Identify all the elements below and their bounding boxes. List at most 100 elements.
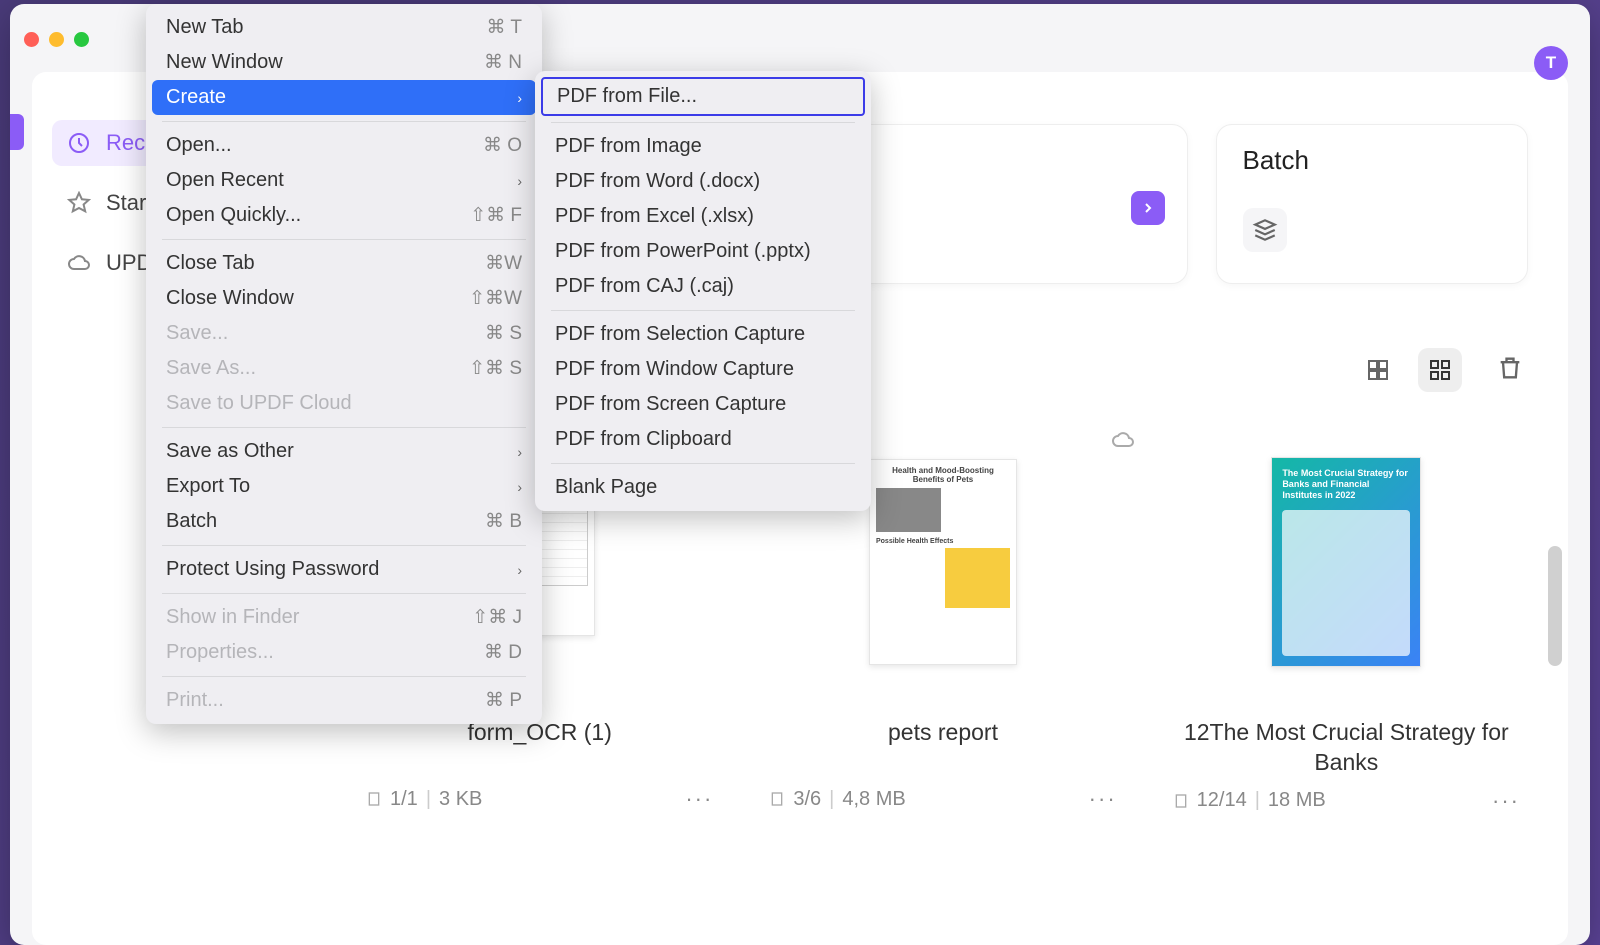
- menu-separator: [162, 676, 526, 677]
- menu-item-shortcut: ⌘ B: [485, 510, 522, 533]
- menu-item-label: Open Recent: [166, 169, 517, 192]
- menu-item-create[interactable]: Create›: [152, 80, 536, 115]
- menu-item-close-tab[interactable]: Close Tab⌘W: [152, 246, 536, 281]
- menu-item-protect-using-password[interactable]: Protect Using Password›: [152, 552, 536, 587]
- menu-item-batch[interactable]: Batch⌘ B: [152, 504, 536, 539]
- file-thumbnail: The Most Crucial Strategy for Banks and …: [1165, 438, 1528, 686]
- submenu-item-pdf-from-screen-capture[interactable]: PDF from Screen Capture: [541, 387, 865, 422]
- menu-item-label: Blank Page: [555, 476, 851, 499]
- grid-view-button[interactable]: [1418, 348, 1462, 392]
- submenu-item-pdf-from-powerpoint-pptx[interactable]: PDF from PowerPoint (.pptx): [541, 234, 865, 269]
- menu-item-label: PDF from Window Capture: [555, 358, 851, 381]
- batch-card[interactable]: Batch: [1216, 124, 1529, 284]
- cloud-icon: [66, 250, 92, 276]
- close-window-button[interactable]: [24, 32, 39, 47]
- clock-icon: [66, 130, 92, 156]
- file-meta: 12/14 | 18 MB ···: [1165, 788, 1528, 814]
- menu-separator: [162, 239, 526, 240]
- chevron-right-icon: ›: [517, 444, 522, 460]
- thumb-text: The Most Crucial Strategy for Banks and …: [1282, 468, 1410, 500]
- file-name: 12The Most Crucial Strategy for Banks: [1165, 718, 1528, 778]
- menu-item-label: PDF from Excel (.xlsx): [555, 205, 851, 228]
- menu-item-print: Print...⌘ P: [152, 683, 536, 718]
- menu-item-label: PDF from PowerPoint (.pptx): [555, 240, 851, 263]
- menu-item-label: PDF from CAJ (.caj): [555, 275, 851, 298]
- menu-item-label: PDF from Word (.docx): [555, 170, 851, 193]
- menu-item-save-as-other[interactable]: Save as Other›: [152, 434, 536, 469]
- menu-item-save-as: Save As...⇧⌘ S: [152, 351, 536, 386]
- file-pages: 1/1: [390, 788, 418, 811]
- menu-separator: [162, 121, 526, 122]
- trash-button[interactable]: [1496, 354, 1528, 386]
- maximize-window-button[interactable]: [74, 32, 89, 47]
- file-more-button[interactable]: ···: [1492, 788, 1520, 814]
- menu-item-shortcut: ⌘ D: [484, 641, 522, 664]
- menu-item-shortcut: ⇧⌘ F: [470, 204, 522, 227]
- list-view-button[interactable]: [1356, 348, 1400, 392]
- menu-item-label: Properties...: [166, 641, 484, 664]
- panel-indicator: [10, 114, 24, 150]
- menu-item-show-in-finder: Show in Finder⇧⌘ J: [152, 600, 536, 635]
- menu-item-new-window[interactable]: New Window⌘ N: [152, 45, 536, 80]
- file-menu: New Tab⌘ TNew Window⌘ NCreate› Open...⌘ O…: [146, 4, 542, 724]
- menu-item-label: Close Tab: [166, 252, 485, 275]
- file-more-button[interactable]: ···: [685, 786, 713, 812]
- menu-item-open[interactable]: Open...⌘ O: [152, 128, 536, 163]
- submenu-item-blank-page[interactable]: Blank Page: [541, 470, 865, 505]
- menu-item-open-quickly[interactable]: Open Quickly...⇧⌘ F: [152, 198, 536, 233]
- menu-item-label: Open...: [166, 134, 483, 157]
- menu-item-label: Open Quickly...: [166, 204, 470, 227]
- file-pages: 12/14: [1197, 789, 1247, 812]
- menu-item-shortcut: ⌘ S: [485, 322, 522, 345]
- menu-item-label: Batch: [166, 510, 485, 533]
- menu-item-label: PDF from File...: [557, 85, 849, 108]
- submenu-item-pdf-from-word-docx[interactable]: PDF from Word (.docx): [541, 164, 865, 199]
- minimize-window-button[interactable]: [49, 32, 64, 47]
- menu-item-open-recent[interactable]: Open Recent›: [152, 163, 536, 198]
- window-controls: [24, 32, 89, 47]
- menu-item-export-to[interactable]: Export To›: [152, 469, 536, 504]
- file-more-button[interactable]: ···: [1089, 786, 1117, 812]
- scrollbar-thumb[interactable]: [1548, 546, 1562, 666]
- submenu-item-pdf-from-clipboard[interactable]: PDF from Clipboard: [541, 422, 865, 457]
- file-pages: 3/6: [793, 788, 821, 811]
- submenu-item-pdf-from-window-capture[interactable]: PDF from Window Capture: [541, 352, 865, 387]
- batch-card-title: Batch: [1243, 145, 1502, 176]
- page-icon: [366, 791, 382, 807]
- menu-item-label: Close Window: [166, 287, 469, 310]
- menu-item-shortcut: ⇧⌘W: [469, 287, 522, 310]
- menu-item-close-window[interactable]: Close Window⇧⌘W: [152, 281, 536, 316]
- menu-item-new-tab[interactable]: New Tab⌘ T: [152, 10, 536, 45]
- submenu-item-pdf-from-file[interactable]: PDF from File...: [541, 77, 865, 116]
- thumb-text: Health and Mood-Boosting Benefits of Pet…: [876, 466, 1010, 484]
- menu-item-label: Save to UPDF Cloud: [166, 392, 522, 415]
- file-size: 4,8 MB: [842, 788, 905, 811]
- menu-separator: [551, 310, 855, 311]
- menu-item-shortcut: ⇧⌘ S: [469, 357, 522, 380]
- menu-item-shortcut: ⌘W: [485, 252, 522, 275]
- chevron-right-icon: ›: [517, 90, 522, 106]
- menu-item-shortcut: ⌘ P: [485, 689, 522, 712]
- menu-item-shortcut: ⇧⌘ J: [472, 606, 522, 629]
- expand-icon[interactable]: [1131, 191, 1165, 225]
- file-card[interactable]: The Most Crucial Strategy for Banks and …: [1165, 438, 1528, 814]
- file-name: form_OCR (1): [467, 718, 611, 776]
- submenu-item-pdf-from-excel-xlsx[interactable]: PDF from Excel (.xlsx): [541, 199, 865, 234]
- menu-separator: [162, 593, 526, 594]
- menu-item-label: Print...: [166, 689, 485, 712]
- menu-separator: [551, 122, 855, 123]
- submenu-item-pdf-from-selection-capture[interactable]: PDF from Selection Capture: [541, 317, 865, 352]
- create-submenu: PDF from File... PDF from Image PDF from W…: [535, 71, 871, 511]
- chevron-right-icon: ›: [517, 562, 522, 578]
- menu-separator: [551, 463, 855, 464]
- menu-item-label: Export To: [166, 475, 517, 498]
- menu-item-shortcut: ⌘ O: [483, 134, 522, 157]
- file-meta: 1/1 | 3 KB ···: [358, 786, 721, 812]
- chevron-right-icon: ›: [517, 479, 522, 495]
- menu-item-label: Save as Other: [166, 440, 517, 463]
- submenu-item-pdf-from-caj-caj[interactable]: PDF from CAJ (.caj): [541, 269, 865, 304]
- user-avatar[interactable]: T: [1534, 46, 1568, 80]
- page-icon: [1173, 793, 1189, 809]
- submenu-item-pdf-from-image[interactable]: PDF from Image: [541, 129, 865, 164]
- cloud-sync-icon: [1111, 428, 1135, 452]
